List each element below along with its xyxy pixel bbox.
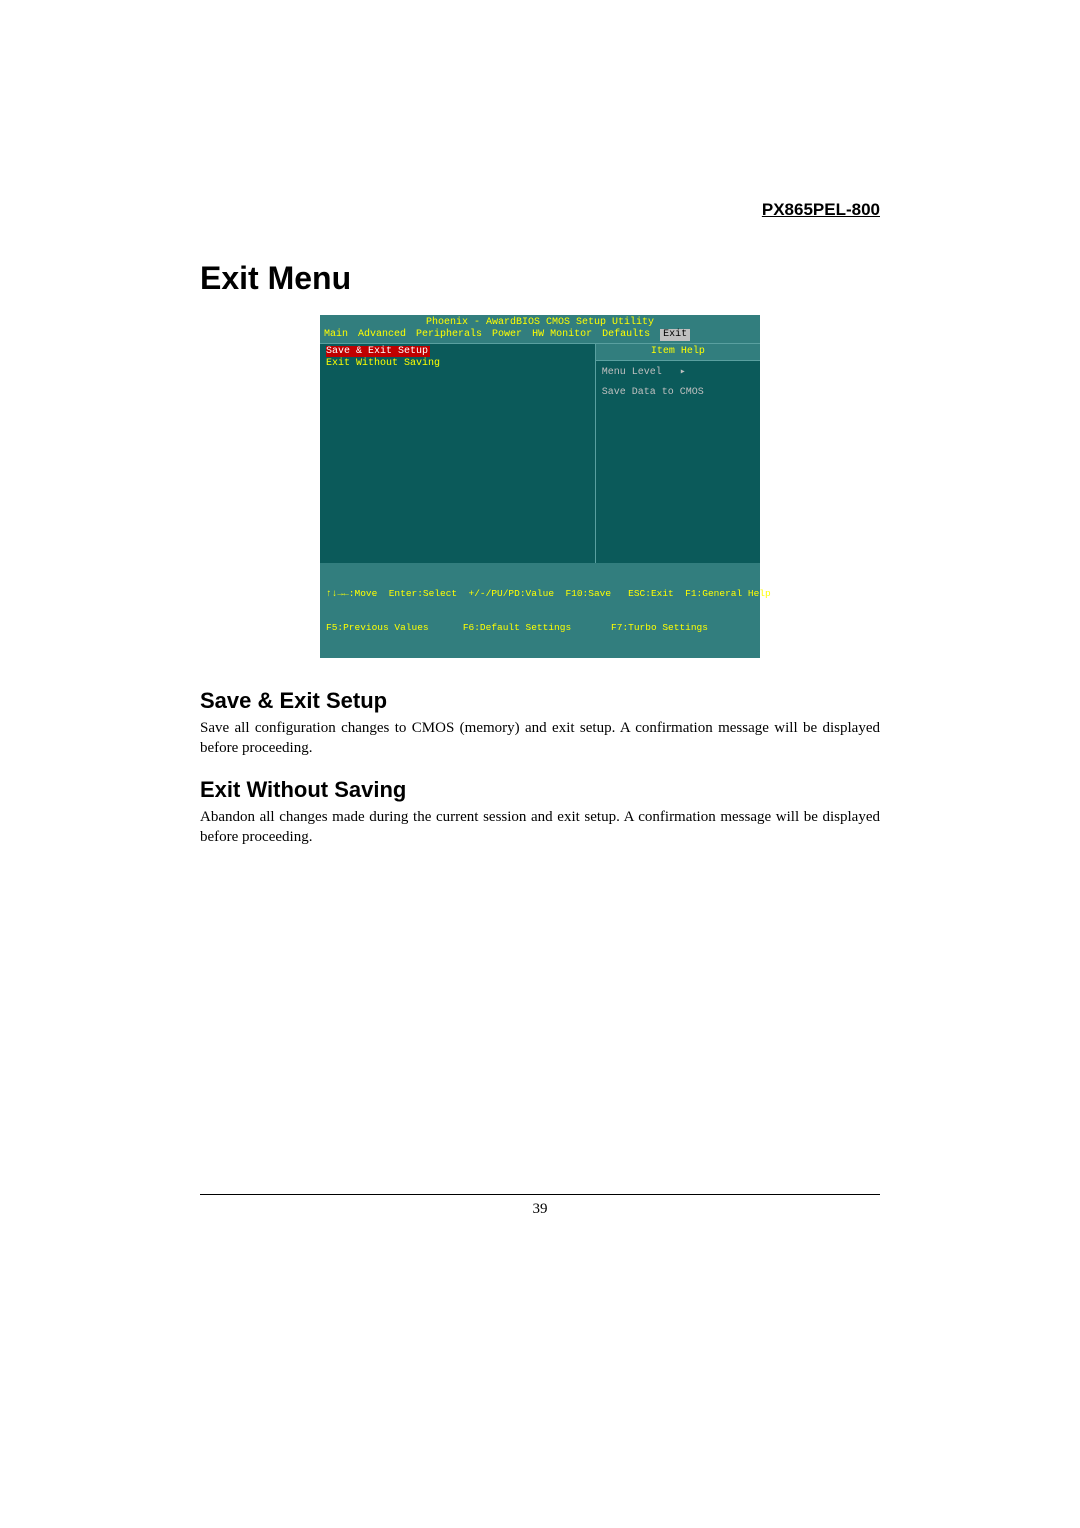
bios-tab-defaults[interactable]: Defaults — [602, 329, 650, 341]
bios-tab-peripherals[interactable]: Peripherals — [416, 329, 482, 341]
page-footer: 39 — [200, 1194, 880, 1218]
bios-body: Save & Exit Setup Exit Without Saving It… — [320, 343, 760, 563]
bios-tab-exit[interactable]: Exit — [660, 329, 690, 341]
page-title: Exit Menu — [200, 260, 880, 297]
bios-tab-advanced[interactable]: Advanced — [358, 329, 406, 341]
section-heading-save-exit: Save & Exit Setup — [200, 688, 880, 714]
bios-right-panel: Item Help Menu Level ▸ Save Data to CMOS — [596, 344, 760, 563]
bios-tab-power[interactable]: Power — [492, 329, 522, 341]
section-heading-exit-without-saving: Exit Without Saving — [200, 777, 880, 803]
section-body-save-exit: Save all configuration changes to CMOS (… — [200, 718, 880, 759]
bios-screenshot: Phoenix - AwardBIOS CMOS Setup Utility M… — [320, 315, 760, 658]
bios-footer-line1: ↑↓→←:Move Enter:Select +/-/PU/PD:Value F… — [326, 588, 754, 599]
section-body-exit-without-saving: Abandon all changes made during the curr… — [200, 807, 880, 848]
bios-help-menu-level: Menu Level ▸ — [602, 367, 754, 379]
bios-footer-line2: F5:Previous Values F6:Default Settings F… — [326, 622, 754, 633]
bios-title-bar: Phoenix - AwardBIOS CMOS Setup Utility — [320, 315, 760, 329]
bios-help-header: Item Help — [596, 344, 760, 361]
bios-help-body: Menu Level ▸ Save Data to CMOS — [596, 361, 760, 563]
bios-tab-main[interactable]: Main — [324, 329, 348, 341]
bios-tab-bar: Main Advanced Peripherals Power HW Monit… — [320, 329, 760, 343]
bios-menu-item-exit-without-saving[interactable]: Exit Without Saving — [326, 358, 440, 369]
bios-left-panel: Save & Exit Setup Exit Without Saving — [320, 344, 596, 563]
bios-footer: ↑↓→←:Move Enter:Select +/-/PU/PD:Value F… — [320, 563, 760, 658]
bios-menu-item-save-exit[interactable]: Save & Exit Setup — [326, 346, 430, 357]
product-name-header: PX865PEL-800 — [200, 200, 880, 220]
page-number: 39 — [533, 1201, 548, 1217]
bios-help-description: Save Data to CMOS — [602, 387, 754, 399]
bios-tab-hwmonitor[interactable]: HW Monitor — [532, 329, 592, 341]
